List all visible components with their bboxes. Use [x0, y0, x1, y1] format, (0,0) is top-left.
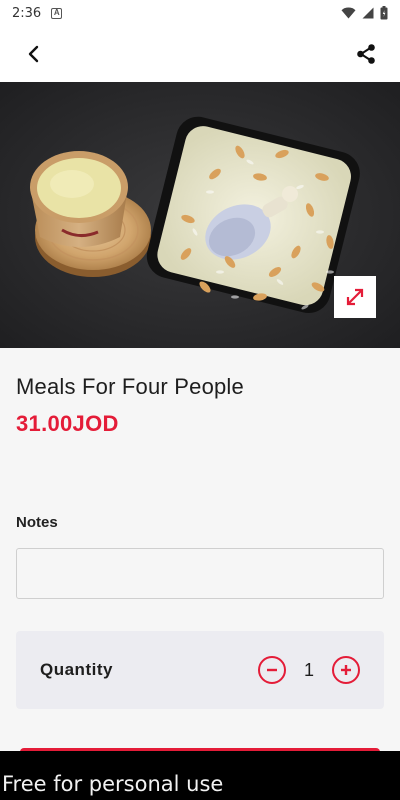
share-icon	[357, 44, 375, 64]
wifi-icon	[341, 7, 356, 19]
notification-a-icon: A	[51, 7, 63, 19]
app-bar	[0, 26, 400, 82]
minus-circle-icon	[267, 668, 277, 672]
back-button[interactable]	[20, 40, 48, 68]
expand-icon	[346, 288, 364, 306]
plus-circle-icon	[341, 665, 351, 675]
watermark-text: Free for personal use	[2, 772, 224, 796]
status-icons	[341, 6, 388, 20]
watermark-bar: Free for personal use	[0, 751, 400, 800]
quantity-stepper: 1	[258, 656, 360, 684]
battery-icon	[380, 6, 388, 20]
increment-button[interactable]	[332, 656, 360, 684]
status-time: 2:36	[12, 5, 42, 21]
quantity-card: Quantity 1	[16, 631, 384, 709]
decrement-button[interactable]	[258, 656, 286, 684]
signal-icon	[362, 7, 374, 19]
quantity-label: Quantity	[40, 660, 113, 679]
product-price: 31.00JOD	[16, 411, 119, 436]
notes-label: Notes	[16, 514, 58, 531]
expand-image-button[interactable]	[334, 276, 376, 318]
quantity-value: 1	[303, 659, 314, 680]
notes-input[interactable]	[16, 548, 384, 599]
product-title: Meals For Four People	[16, 374, 244, 399]
status-bar: 2:36 A	[0, 0, 400, 26]
product-image[interactable]	[0, 82, 400, 348]
chevron-left-icon	[28, 45, 39, 63]
share-button[interactable]	[352, 40, 380, 68]
